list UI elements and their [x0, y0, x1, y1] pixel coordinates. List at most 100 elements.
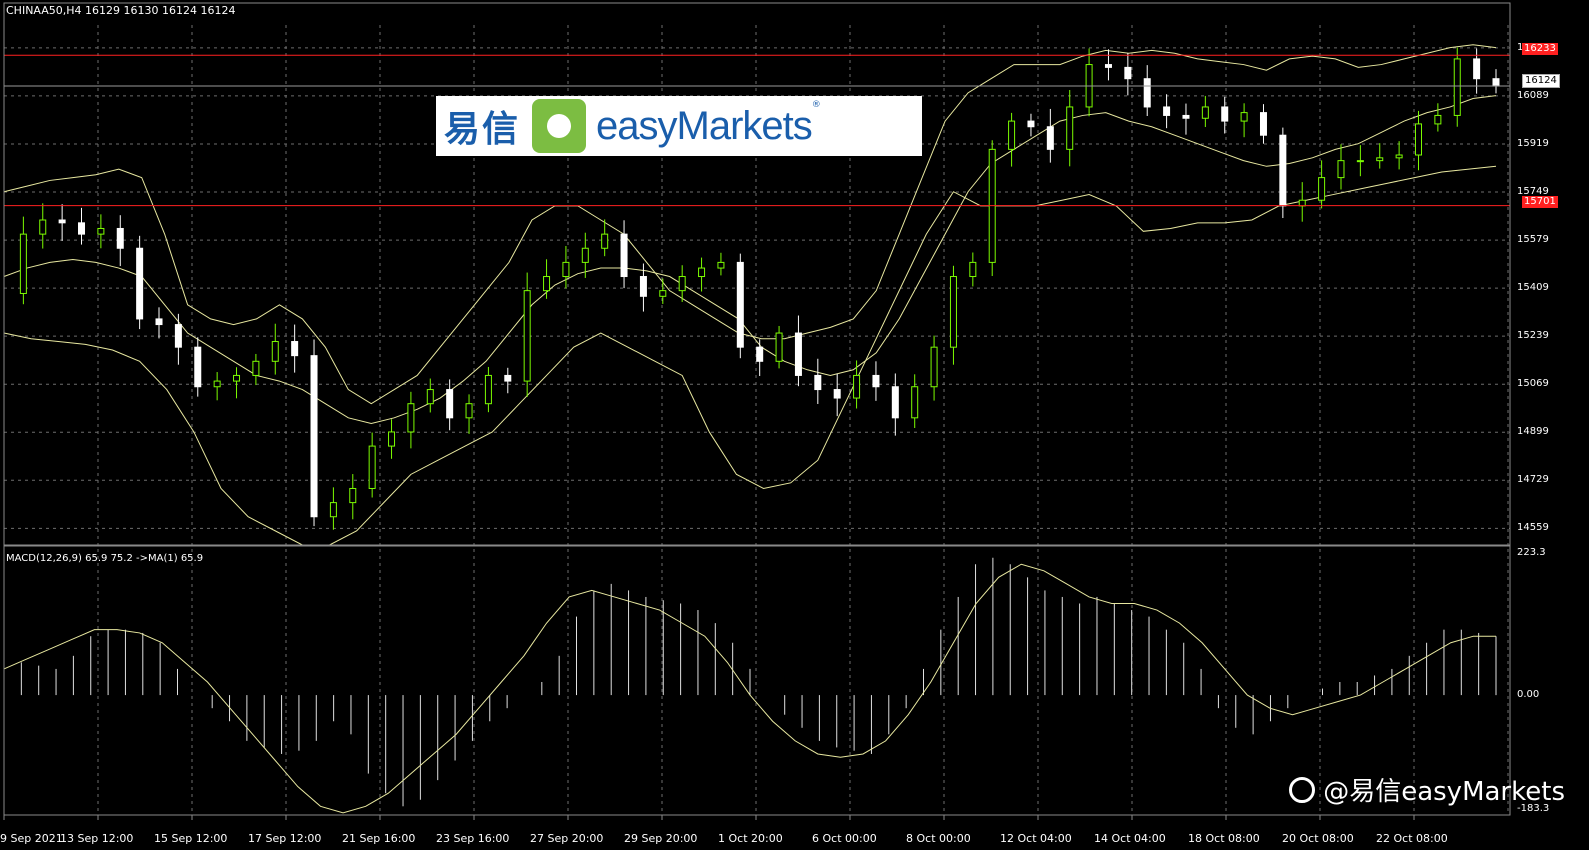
candle-body [736, 261, 744, 348]
candle-body [271, 341, 279, 362]
time-tick-label: 22 Oct 08:00 [1376, 832, 1448, 845]
price-tick-label: 14729 [1517, 474, 1549, 486]
candle-body [1027, 120, 1035, 128]
candle-body [1279, 134, 1287, 207]
candle-body [1473, 58, 1481, 80]
candle-body [814, 374, 822, 391]
candle-body [349, 487, 357, 504]
symbol-info: CHINAA50,H4 16129 16130 16124 16124 [6, 4, 236, 17]
candle-body [1240, 112, 1248, 122]
candle-body [1492, 78, 1500, 87]
candle-body [969, 261, 977, 278]
price-tick-label: 15069 [1517, 378, 1549, 390]
macd-tick-label: 0.00 [1517, 689, 1540, 701]
time-tick-label: 23 Sep 16:00 [436, 832, 510, 845]
candle-body [794, 332, 802, 376]
logo-chinese-text: 易信 [444, 109, 521, 150]
candle-body [291, 341, 299, 357]
candle-body [388, 431, 396, 447]
candle-body [329, 502, 337, 518]
price-tick-label: 15239 [1517, 330, 1549, 342]
weibo-icon [1289, 776, 1316, 803]
candle-body [1453, 58, 1461, 116]
candle-body [1337, 160, 1345, 179]
candle-body [19, 233, 27, 294]
candle-body [678, 276, 686, 292]
easymarkets-logo: 易信 easyMarkets ® [436, 96, 922, 156]
time-tick-label: 29 Sep 20:00 [624, 832, 698, 845]
candle-body [504, 374, 512, 382]
watermark-text: @易信easyMarkets [1323, 777, 1565, 807]
time-tick-label: 1 Oct 20:00 [718, 832, 783, 845]
candle-body [233, 374, 241, 382]
candle-body [252, 360, 260, 376]
support-price-label: 15701 [1522, 196, 1558, 208]
price-pane-border [3, 2, 1511, 546]
time-tick-label: 17 Sep 12:00 [248, 832, 322, 845]
time-tick-label: 9 Sep 2021 [0, 832, 63, 845]
price-tick-label: 16089 [1517, 89, 1549, 101]
time-tick-label: 15 Sep 12:00 [154, 832, 228, 845]
candle-body [58, 219, 66, 224]
time-tick-label: 20 Oct 08:00 [1282, 832, 1354, 845]
time-tick-label: 6 Oct 00:00 [812, 832, 877, 845]
current-price-label: 16124 [1522, 74, 1560, 88]
candle-body [911, 386, 919, 419]
candle-body [310, 355, 318, 518]
candle-body [1008, 120, 1016, 150]
candle-body [659, 290, 667, 297]
watermark: @易信easyMarkets [1289, 771, 1565, 808]
time-tick-label: 21 Sep 16:00 [342, 832, 416, 845]
candle-body [1143, 78, 1151, 108]
candle-body [1104, 64, 1112, 68]
price-tick-label: 14899 [1517, 426, 1549, 438]
logo-english-text: easyMarkets [596, 103, 813, 148]
candle-body [620, 233, 628, 278]
price-tick-label: 15409 [1517, 282, 1549, 294]
time-tick-label: 13 Sep 12:00 [60, 832, 134, 845]
candle-body [1376, 157, 1384, 162]
candle-body [949, 276, 957, 348]
candle-body [1124, 66, 1132, 80]
candle-body [775, 332, 783, 362]
candle-body [562, 261, 570, 278]
candle-body [698, 267, 706, 278]
candle-body [194, 346, 202, 388]
candle-body [1163, 106, 1171, 116]
candle-body [891, 386, 899, 419]
candle-body [78, 222, 86, 235]
candle-body [717, 261, 725, 269]
candle-body [1046, 126, 1054, 150]
candle-body [1221, 106, 1229, 122]
candle-body [581, 247, 589, 263]
candle-body [136, 247, 144, 320]
price-tick-label: 15919 [1517, 137, 1549, 149]
candle-body [1414, 123, 1422, 156]
candle-body [484, 374, 492, 405]
candle-body [1066, 106, 1074, 150]
macd-tick-label: 223.3 [1517, 547, 1546, 558]
price-tick-label: 14559 [1517, 522, 1549, 534]
time-tick-label: 18 Oct 08:00 [1188, 832, 1260, 845]
candle-body [368, 445, 376, 489]
candle-body [174, 324, 182, 348]
candle-body [756, 346, 764, 362]
candle-body [97, 227, 105, 235]
candle-body [1434, 114, 1442, 125]
time-tick-label: 27 Sep 20:00 [530, 832, 604, 845]
candle-body [1201, 106, 1209, 119]
macd-pane-border [3, 545, 1511, 816]
candle-body [465, 403, 473, 419]
candle-body [639, 276, 647, 297]
candle-body [426, 389, 434, 405]
band-lower [3, 165, 1497, 546]
candle-body [39, 219, 47, 235]
macd-indicator [3, 557, 1497, 814]
candle-body [930, 346, 938, 388]
candle-body [601, 233, 609, 249]
candle-body [872, 374, 880, 388]
candle-body [155, 318, 163, 326]
candle-body [1298, 199, 1306, 207]
resistance-price-label: 16233 [1522, 43, 1558, 55]
candle-body [446, 389, 454, 419]
